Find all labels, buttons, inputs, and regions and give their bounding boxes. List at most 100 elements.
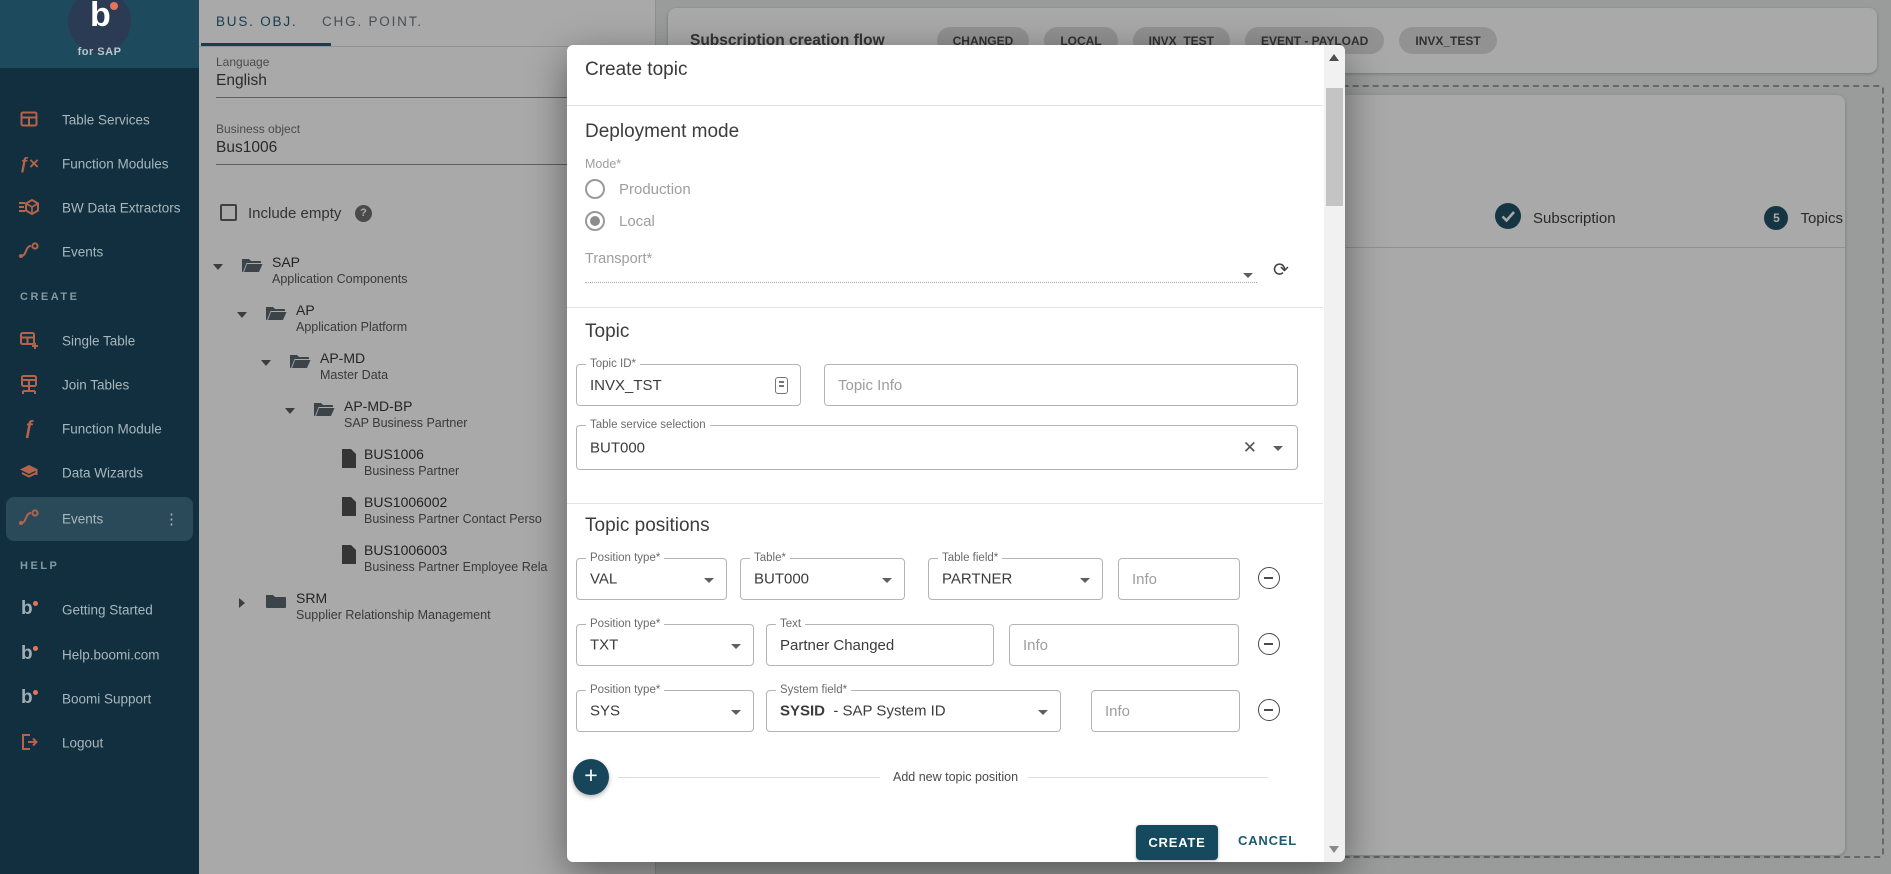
boomi-logo-dot xyxy=(110,2,118,10)
sidebar-item-boomi-support[interactable]: b Boomi Support xyxy=(0,677,199,721)
topic-positions-heading: Topic positions xyxy=(585,515,710,537)
add-position-button[interactable]: + xyxy=(573,759,609,795)
table-service-value: BUT000 xyxy=(590,439,645,456)
clear-icon[interactable]: ✕ xyxy=(1243,438,1257,458)
sidebar-item-label: Join Tables xyxy=(62,378,129,393)
topic-info-input[interactable] xyxy=(825,365,1297,405)
events-icon xyxy=(18,508,40,530)
radio-production-row[interactable]: Production xyxy=(585,177,691,201)
boomi-b-icon: b xyxy=(18,644,40,666)
remove-row-icon[interactable] xyxy=(1258,633,1280,655)
table-value: BUT000 xyxy=(754,571,809,588)
dialog-title: Create topic xyxy=(585,59,687,81)
logout-icon xyxy=(18,732,40,754)
sidebar-item-function-modules[interactable]: ƒ× Function Modules xyxy=(0,142,199,186)
text-field-2[interactable]: Text xyxy=(766,624,994,666)
info-field-1[interactable] xyxy=(1118,558,1240,600)
info-field-2[interactable] xyxy=(1009,624,1239,666)
position-type-label: Position type* xyxy=(586,684,664,696)
topic-id-field[interactable]: Topic ID* xyxy=(576,364,801,406)
dialog-divider xyxy=(567,105,1323,106)
dropdown-caret-icon[interactable] xyxy=(731,644,741,649)
transport-dropdown-caret-icon[interactable] xyxy=(1243,273,1253,278)
position-type-select-2[interactable]: Position type* TXT xyxy=(576,624,754,666)
text-input[interactable] xyxy=(767,625,993,665)
dropdown-caret-icon[interactable] xyxy=(1038,710,1048,715)
sidebar-item-label: Table Services xyxy=(62,113,150,128)
table-field-select-1[interactable]: Table field* PARTNER xyxy=(928,558,1103,600)
boomi-b-icon: b xyxy=(18,599,40,621)
system-field-select-3[interactable]: System field* SYSID - SAP System ID xyxy=(766,690,1061,732)
scrollbar-thumb[interactable] xyxy=(1326,88,1343,206)
position-type-value: SYS xyxy=(590,703,620,720)
remove-row-icon[interactable] xyxy=(1258,567,1280,589)
sidebar-section-create: CREATE xyxy=(20,291,79,303)
function-modules-icon: ƒ× xyxy=(18,153,40,175)
topic-heading: Topic xyxy=(585,321,629,343)
radio-local-icon[interactable] xyxy=(585,211,605,231)
table-label: Table* xyxy=(750,552,790,564)
transport-refresh-icon[interactable]: ⟳ xyxy=(1273,259,1289,282)
radio-production-icon[interactable] xyxy=(585,179,605,199)
sidebar-item-help-boomi-com[interactable]: b Help.boomi.com xyxy=(0,633,199,677)
sidebar-item-getting-started[interactable]: b Getting Started xyxy=(0,588,199,632)
topic-info-field[interactable] xyxy=(824,364,1298,406)
modal-scrollbar[interactable] xyxy=(1324,45,1345,862)
table-services-icon xyxy=(18,109,40,131)
sidebar-section-help: HELP xyxy=(20,560,59,572)
remove-row-icon[interactable] xyxy=(1258,699,1280,721)
sidebar-item-table-services[interactable]: Table Services xyxy=(0,98,199,142)
position-type-value: TXT xyxy=(590,637,618,654)
function-module-icon: ƒ xyxy=(18,418,40,440)
logo-subtitle: for SAP xyxy=(0,46,199,58)
deployment-mode-heading: Deployment mode xyxy=(585,121,739,143)
scroll-up-icon[interactable] xyxy=(1329,54,1339,61)
sidebar-item-events[interactable]: Events xyxy=(0,230,199,274)
sidebar-item-bw-data-extractors[interactable]: BW Data Extractors xyxy=(0,186,199,230)
position-type-select-3[interactable]: Position type* SYS xyxy=(576,690,754,732)
dropdown-caret-icon[interactable] xyxy=(704,578,714,583)
sidebar-item-data-wizards[interactable]: Data Wizards xyxy=(0,451,199,495)
info-input[interactable] xyxy=(1010,625,1238,665)
dropdown-caret-icon[interactable] xyxy=(882,578,892,583)
system-field-code: SYSID xyxy=(780,703,825,720)
position-type-label: Position type* xyxy=(586,618,664,630)
events-icon xyxy=(18,241,40,263)
info-input[interactable] xyxy=(1119,559,1239,599)
radio-local-row[interactable]: Local xyxy=(585,209,655,233)
info-field-3[interactable] xyxy=(1091,690,1240,732)
create-button[interactable]: CREATE xyxy=(1136,825,1218,860)
sidebar-item-label: Events xyxy=(62,245,103,260)
table-field-value: PARTNER xyxy=(942,571,1012,588)
table-select-1[interactable]: Table* BUT000 xyxy=(740,558,905,600)
dropdown-caret-icon[interactable] xyxy=(1080,578,1090,583)
position-type-value: VAL xyxy=(590,571,617,588)
sidebar-item-label: Boomi Support xyxy=(62,692,151,707)
transport-select-underline[interactable] xyxy=(585,282,1257,283)
dropdown-caret-icon[interactable] xyxy=(731,710,741,715)
section-divider xyxy=(567,503,1323,504)
sidebar-item-label: Data Wizards xyxy=(62,466,143,481)
sidebar-item-logout[interactable]: Logout xyxy=(0,721,199,765)
sidebar-item-events-create[interactable]: Events ⋮ xyxy=(6,497,193,541)
position-type-select-1[interactable]: Position type* VAL xyxy=(576,558,727,600)
cancel-button[interactable]: CANCEL xyxy=(1238,833,1297,848)
sidebar-item-label: BW Data Extractors xyxy=(62,201,181,216)
sidebar-item-join-tables[interactable]: Join Tables xyxy=(0,363,199,407)
bw-data-extractors-icon xyxy=(18,197,40,219)
sidebar-item-label: Getting Started xyxy=(62,603,153,618)
radio-local-label: Local xyxy=(619,213,655,230)
info-input[interactable] xyxy=(1092,691,1239,731)
table-service-selection-field[interactable]: Table service selection BUT000 ✕ xyxy=(576,425,1298,470)
topic-id-input[interactable] xyxy=(577,365,800,405)
sidebar-item-function-module[interactable]: ƒ Function Module xyxy=(0,407,199,451)
sidebar-item-single-table[interactable]: Single Table xyxy=(0,319,199,363)
sidebar-item-label: Logout xyxy=(62,736,103,751)
table-service-dropdown-caret-icon[interactable] xyxy=(1273,446,1283,451)
data-wizards-icon xyxy=(18,462,40,484)
char-counter-icon xyxy=(775,377,788,394)
kebab-menu-icon[interactable]: ⋮ xyxy=(164,510,179,528)
add-position-line-right xyxy=(1028,777,1268,778)
radio-production-label: Production xyxy=(619,181,691,198)
scroll-down-icon[interactable] xyxy=(1329,846,1339,853)
